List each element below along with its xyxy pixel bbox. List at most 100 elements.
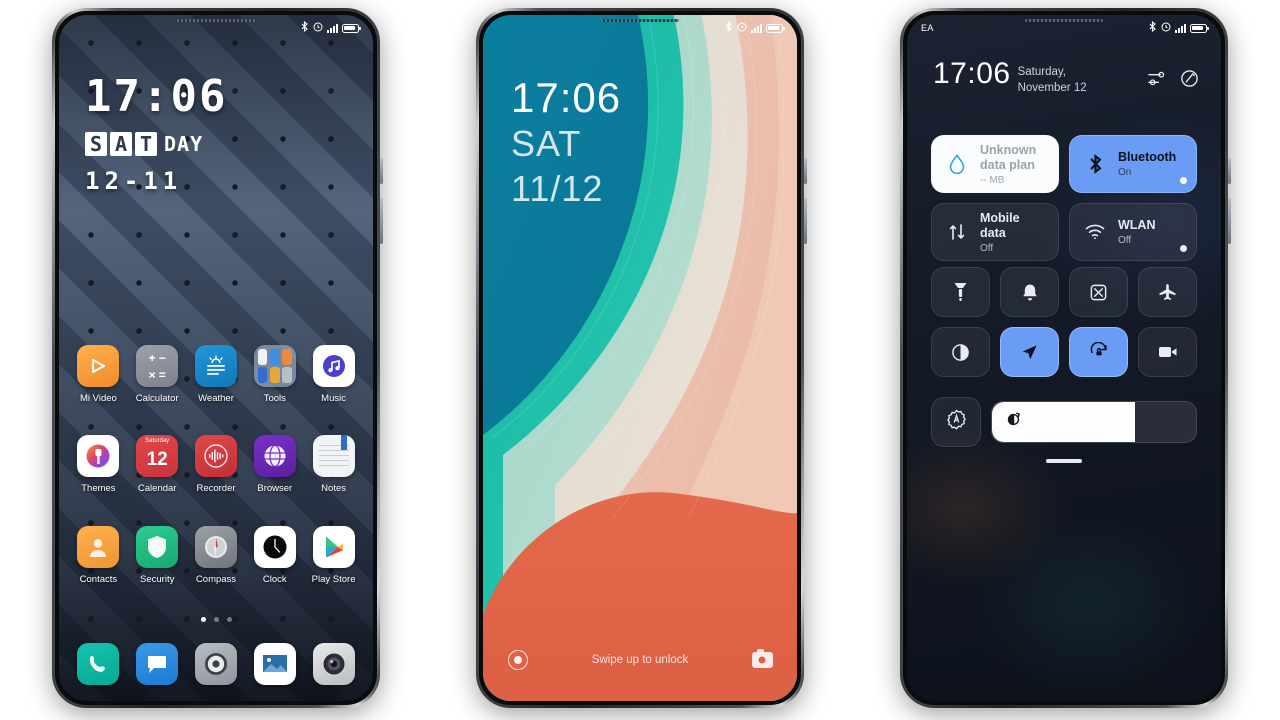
tile-subtitle: -- MB bbox=[980, 174, 1005, 186]
lock-date: 11/12 bbox=[511, 167, 604, 209]
app-label: Themes bbox=[81, 483, 116, 494]
app-calendar[interactable]: Saturday 12 Calendar bbox=[128, 435, 187, 494]
tile-title: Mobile data bbox=[980, 210, 1020, 240]
app-label: Play Store bbox=[311, 574, 356, 585]
edit-icon[interactable] bbox=[1180, 69, 1199, 88]
toggle-auto-brightness[interactable] bbox=[931, 397, 981, 447]
panel-drag-handle[interactable] bbox=[1046, 459, 1082, 463]
app-compass[interactable]: Compass bbox=[187, 526, 246, 585]
tools-folder-icon bbox=[253, 345, 296, 387]
app-mi-video[interactable]: Mi Video bbox=[69, 345, 128, 404]
app-contacts[interactable]: Contacts bbox=[69, 526, 128, 585]
phone1-clock-widget[interactable]: 17:06 S A T DAY 12-11 bbox=[85, 75, 227, 195]
flashlight-icon bbox=[952, 282, 969, 302]
phone-lock-screen: 17:06 SAT 11/12 Swipe up to unlock bbox=[476, 8, 807, 708]
camera-icon[interactable] bbox=[751, 649, 773, 671]
page-dot-1[interactable] bbox=[200, 617, 206, 622]
dock-item-settings[interactable] bbox=[187, 643, 246, 685]
notes-icon bbox=[312, 435, 355, 477]
dock-item-messages[interactable] bbox=[128, 643, 187, 685]
rotation-lock-icon bbox=[1089, 342, 1109, 362]
phone2-button-mute[interactable] bbox=[804, 158, 807, 184]
lock-clock: 17:06 SAT 11/12 bbox=[511, 77, 621, 209]
app-label: Calculator bbox=[135, 393, 179, 404]
brightness-icon bbox=[1005, 411, 1022, 433]
screenshot-icon bbox=[1089, 283, 1108, 302]
calendar-weekday: Saturday bbox=[145, 438, 170, 444]
dock-item-gallery[interactable] bbox=[245, 643, 304, 685]
quick-setting-tiles: Unknown data plan -- MB Bluetooth On Mob… bbox=[931, 135, 1197, 261]
mobile-data-icon bbox=[944, 222, 970, 242]
tile-wlan[interactable]: WLAN Off bbox=[1069, 203, 1197, 261]
settings-sliders-icon[interactable] bbox=[1147, 69, 1166, 88]
tile-mobile-data[interactable]: Mobile data Off bbox=[931, 203, 1059, 261]
toggle-screen-record[interactable] bbox=[1138, 327, 1197, 377]
app-label: Contacts bbox=[79, 574, 118, 585]
app-weather[interactable]: Weather bbox=[187, 345, 246, 404]
phone3-button-mute[interactable] bbox=[1228, 158, 1231, 184]
phone1-button-volume[interactable] bbox=[380, 198, 383, 244]
cc-date: Saturday, November 12 bbox=[1017, 66, 1087, 94]
tile-bluetooth[interactable]: Bluetooth On bbox=[1069, 135, 1197, 193]
clock-icon bbox=[253, 526, 296, 568]
tile-data-plan[interactable]: Unknown data plan -- MB bbox=[931, 135, 1059, 193]
calculator-icon: + − × = bbox=[136, 345, 179, 387]
toggle-grid bbox=[931, 267, 1197, 377]
bluetooth-icon bbox=[300, 19, 309, 37]
mi-video-icon bbox=[77, 345, 120, 387]
themes-icon bbox=[77, 435, 120, 477]
flashlight-ring-icon[interactable] bbox=[507, 649, 529, 671]
app-clock[interactable]: Clock bbox=[245, 526, 304, 585]
page-dot-2[interactable] bbox=[213, 617, 219, 622]
tile-status-dot bbox=[1180, 177, 1187, 184]
toggle-silent[interactable] bbox=[1000, 267, 1059, 317]
app-security[interactable]: Security bbox=[128, 526, 187, 585]
phone2-button-volume[interactable] bbox=[804, 198, 807, 244]
tile-subtitle: Off bbox=[980, 242, 994, 254]
dock-item-phone[interactable] bbox=[69, 643, 128, 685]
toggle-dark-mode[interactable] bbox=[931, 327, 990, 377]
toggle-location[interactable] bbox=[1000, 327, 1059, 377]
music-icon bbox=[312, 345, 355, 387]
app-music[interactable]: Music bbox=[304, 345, 363, 404]
dock-item-camera[interactable] bbox=[304, 643, 363, 685]
phone1-screen[interactable]: 17:06 S A T DAY 12-11 Mi Video + − × = C… bbox=[59, 15, 373, 701]
battery-icon bbox=[766, 23, 785, 33]
phone2-screen[interactable]: 17:06 SAT 11/12 Swipe up to unlock bbox=[483, 15, 797, 701]
app-label: Music bbox=[321, 393, 346, 404]
phone-home-screen: 17:06 S A T DAY 12-11 Mi Video + − × = C… bbox=[52, 8, 383, 708]
app-label: Browser bbox=[257, 483, 293, 494]
dark-mode-icon bbox=[951, 343, 970, 362]
toggle-rotation-lock[interactable] bbox=[1069, 327, 1128, 377]
lock-bottom-bar: Swipe up to unlock bbox=[483, 645, 797, 675]
screen-record-icon bbox=[1158, 345, 1178, 359]
toggle-screenshot[interactable] bbox=[1069, 267, 1128, 317]
app-browser[interactable]: Browser bbox=[245, 435, 304, 494]
app-play-store[interactable]: Play Store bbox=[304, 526, 363, 585]
calendar-icon: Saturday 12 bbox=[136, 435, 179, 477]
app-themes[interactable]: Themes bbox=[69, 435, 128, 494]
widget-time: 17:06 bbox=[85, 71, 228, 122]
screenshot-stage: 17:06 S A T DAY 12-11 Mi Video + − × = C… bbox=[0, 0, 1280, 720]
app-recorder[interactable]: Recorder bbox=[187, 435, 246, 494]
app-notes[interactable]: Notes bbox=[304, 435, 363, 494]
brightness-row bbox=[931, 397, 1197, 447]
data-drop-icon bbox=[944, 154, 970, 174]
phone3-button-volume[interactable] bbox=[1228, 198, 1231, 244]
play-store-icon bbox=[312, 526, 355, 568]
cc-time: 17:06 bbox=[933, 57, 1011, 90]
app-tools-folder[interactable]: Tools bbox=[245, 345, 304, 404]
phone3-screen[interactable]: EA 17:06 Saturday, November 12 Unknown d… bbox=[907, 15, 1221, 701]
earpiece-grille bbox=[177, 19, 255, 22]
widget-date: 12-11 bbox=[85, 167, 183, 195]
toggle-airplane[interactable] bbox=[1138, 267, 1197, 317]
tile-subtitle: Off bbox=[1118, 235, 1132, 246]
app-label: Notes bbox=[321, 483, 346, 494]
toggle-flashlight[interactable] bbox=[931, 267, 990, 317]
page-dot-3[interactable] bbox=[226, 617, 232, 622]
phone1-button-mute[interactable] bbox=[380, 158, 383, 184]
page-indicator bbox=[59, 617, 373, 622]
brightness-slider[interactable] bbox=[991, 401, 1197, 443]
app-calculator[interactable]: + − × = Calculator bbox=[128, 345, 187, 404]
bluetooth-icon bbox=[1082, 153, 1108, 175]
